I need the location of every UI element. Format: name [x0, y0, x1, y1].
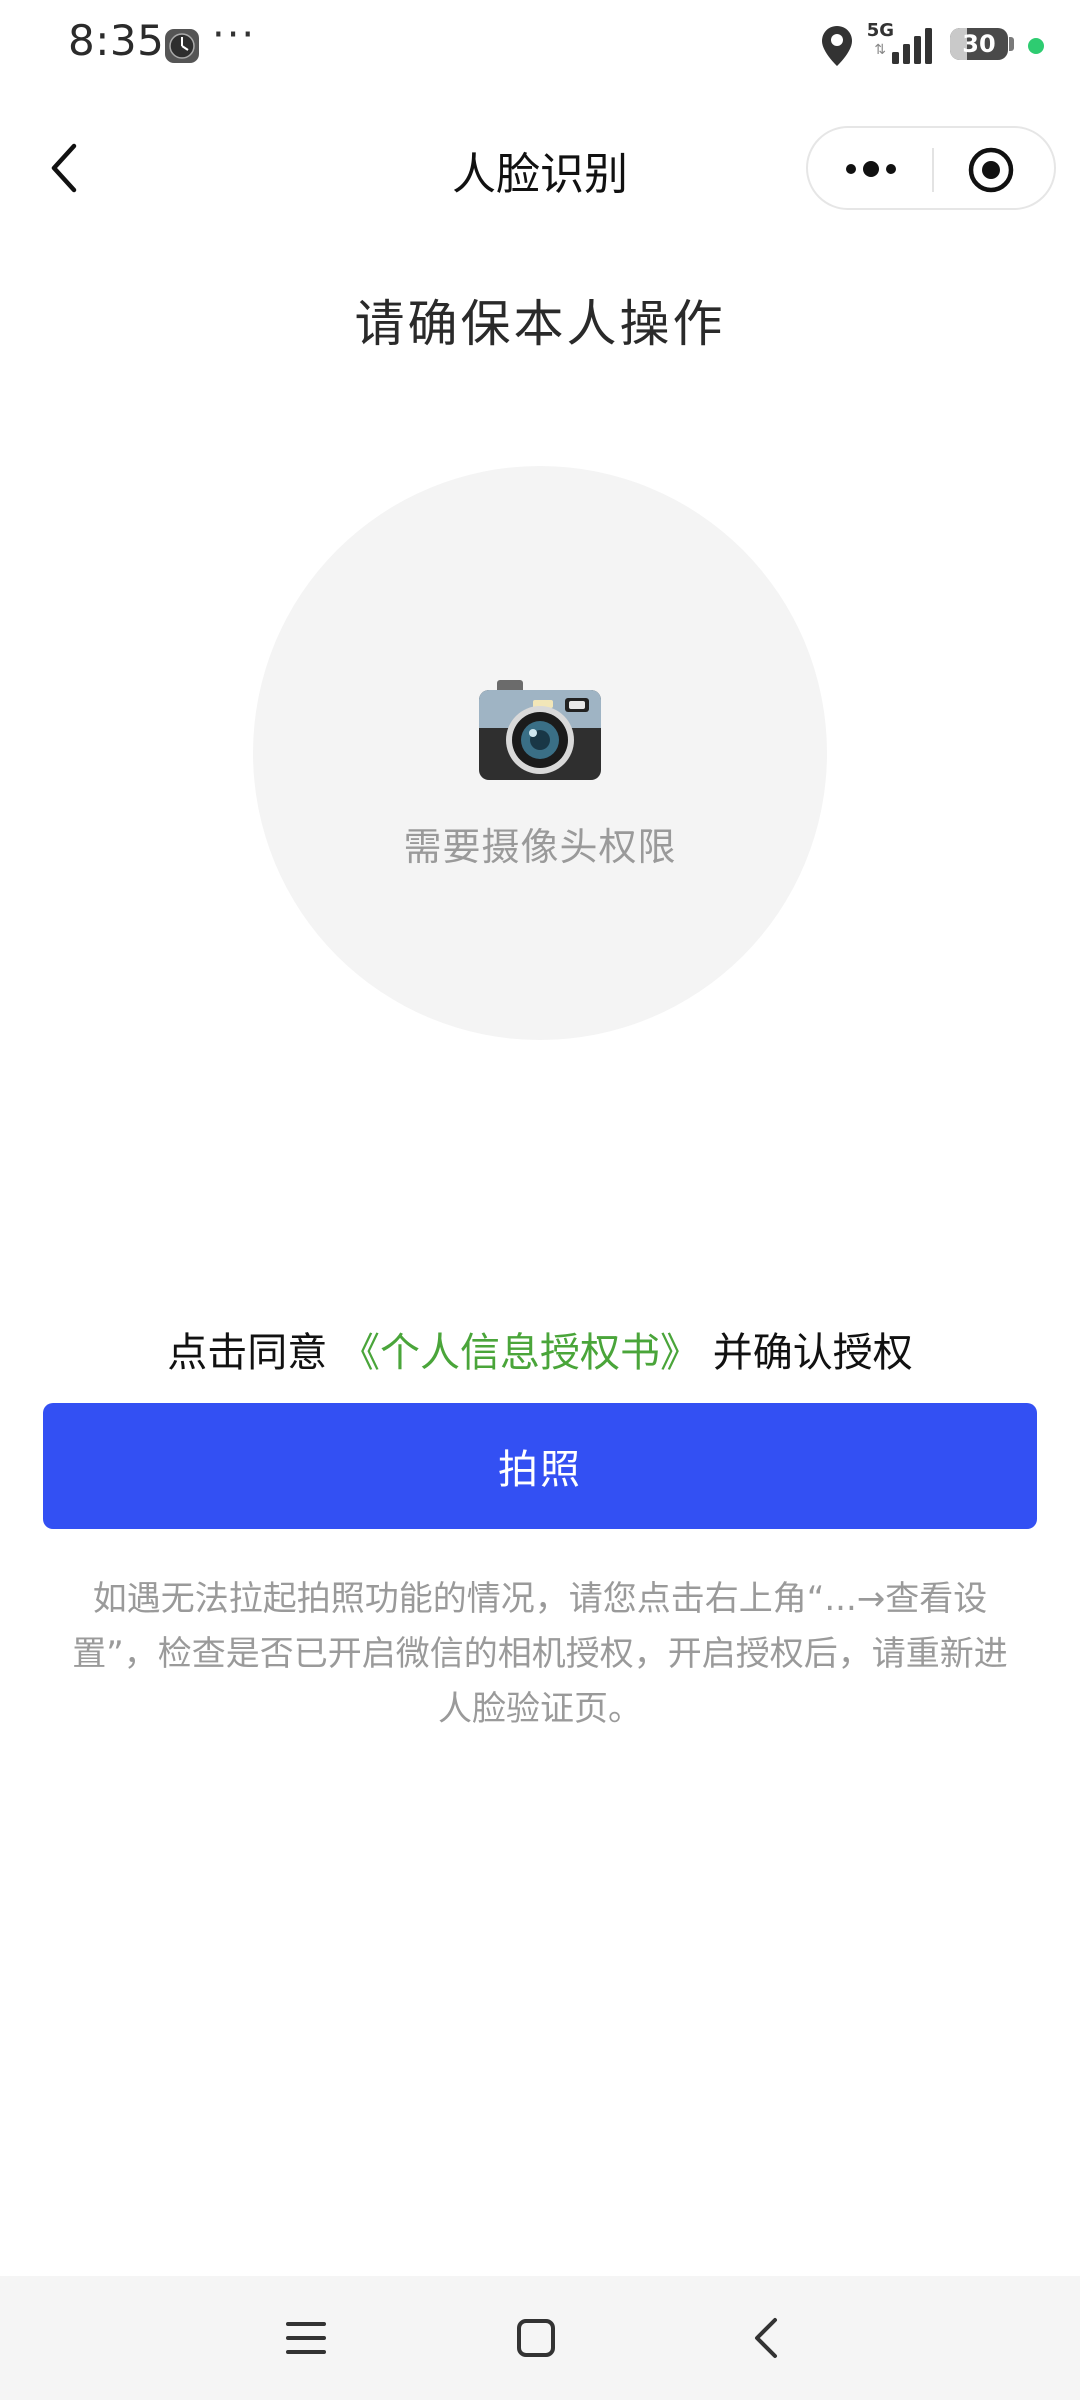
status-bar: 8:35 ··· 5G ⇅ 30 — [0, 0, 1080, 92]
battery-tip — [1009, 37, 1014, 51]
status-time: 8:35 — [68, 16, 165, 65]
close-target-icon — [968, 147, 1014, 193]
system-navigation-bar — [0, 2276, 1080, 2400]
network-activity-icon: ⇅ — [874, 42, 886, 58]
location-icon — [822, 26, 852, 66]
battery-level: 30 — [962, 30, 996, 58]
back-chevron-icon — [755, 2318, 777, 2358]
capsule-divider — [932, 148, 934, 192]
mini-program-capsule — [806, 126, 1056, 210]
capsule-close-button[interactable] — [946, 140, 1036, 200]
menu-icon — [286, 2322, 326, 2354]
authorization-document-link[interactable]: 《个人信息授权书》 — [340, 1330, 700, 1376]
home-square-icon — [517, 2319, 555, 2357]
status-indicators: 5G ⇅ 30 — [784, 20, 1044, 72]
camera-icon — [479, 680, 601, 780]
home-button[interactable] — [496, 2308, 576, 2368]
main-heading: 请确保本人操作 — [354, 295, 726, 353]
capsule-more-button[interactable] — [826, 144, 916, 194]
status-more-icon: ··· — [212, 12, 257, 58]
page: 8:35 ··· 5G ⇅ 30 人脸识别 请确保本人操作 需要摄像头权限 点击… — [0, 0, 1080, 2400]
menu-button[interactable] — [266, 2308, 346, 2368]
more-dots-icon — [846, 161, 896, 177]
consent-prefix: 点击同意 — [167, 1330, 328, 1376]
nav-bar: 人脸识别 — [0, 110, 1080, 226]
consent-line: 点击同意 《个人信息授权书》 并确认授权 — [0, 1320, 1080, 1378]
signal-icon — [892, 28, 932, 64]
help-text: 如遇无法拉起拍照功能的情况，请您点击右上角“...→查看设置”，检查是否已开启微… — [72, 1579, 1008, 1729]
camera-permission-caption: 需要摄像头权限 — [403, 825, 677, 869]
battery-icon: 30 — [950, 28, 1008, 60]
privacy-dot-indicator — [1028, 38, 1044, 54]
consent-suffix: 并确认授权 — [712, 1330, 913, 1376]
take-photo-button[interactable]: 拍照 — [43, 1403, 1037, 1529]
clock-app-icon — [165, 29, 199, 63]
system-back-button[interactable] — [726, 2308, 806, 2368]
camera-preview-circle[interactable]: 需要摄像头权限 — [253, 466, 827, 1040]
